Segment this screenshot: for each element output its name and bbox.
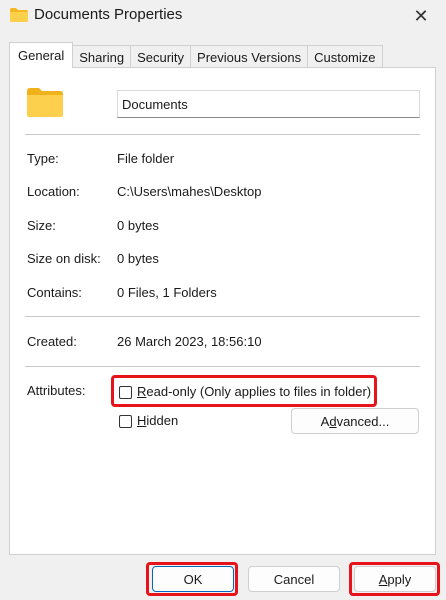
- folder-name-input[interactable]: [117, 90, 420, 118]
- location-value: C:\Users\mahes\Desktop: [117, 184, 262, 199]
- readonly-accel: R: [137, 384, 147, 399]
- contains-value: 0 Files, 1 Folders: [117, 285, 217, 300]
- readonly-checkbox[interactable]: [119, 386, 132, 399]
- tab-security[interactable]: Security: [131, 45, 192, 68]
- type-value: File folder: [117, 151, 175, 166]
- hidden-text: idden: [146, 413, 179, 428]
- created-label: Created:: [27, 334, 77, 349]
- hidden-label[interactable]: Hidden: [137, 413, 178, 428]
- tab-strip: General Sharing Security Previous Versio…: [9, 42, 383, 68]
- tab-customize[interactable]: Customize: [308, 45, 383, 68]
- ok-button[interactable]: OK: [152, 566, 234, 592]
- close-icon: ✕: [413, 5, 429, 26]
- advanced-button[interactable]: Ad vanced...: [291, 408, 419, 434]
- title-bar: Documents Properties ✕: [0, 0, 446, 32]
- size-value: 0 bytes: [117, 218, 159, 233]
- divider: [25, 134, 420, 135]
- size-on-disk-label: Size on disk:: [27, 251, 101, 266]
- size-label: Size:: [27, 218, 56, 233]
- folder-icon: [27, 88, 63, 117]
- tab-general[interactable]: General: [9, 42, 74, 68]
- window-title: Documents Properties: [34, 6, 183, 23]
- readonly-text: ead-only (Only applies to files in folde…: [146, 384, 372, 399]
- tab-sharing[interactable]: Sharing: [73, 45, 132, 68]
- divider: [25, 316, 420, 317]
- location-label: Location:: [27, 184, 80, 199]
- tab-previous-versions[interactable]: Previous Versions: [191, 45, 309, 68]
- size-on-disk-value: 0 bytes: [117, 251, 159, 266]
- divider: [25, 366, 420, 367]
- attributes-label: Attributes:: [27, 383, 86, 398]
- hidden-checkbox[interactable]: [119, 415, 132, 428]
- contains-label: Contains:: [27, 285, 82, 300]
- hidden-accel: H: [137, 413, 147, 428]
- general-panel: [9, 67, 436, 555]
- cancel-button[interactable]: Cancel: [248, 566, 340, 592]
- created-value: 26 March 2023, 18:56:10: [117, 334, 262, 349]
- type-label: Type:: [27, 151, 59, 166]
- apply-button[interactable]: Apply: [354, 566, 436, 592]
- close-button[interactable]: ✕: [406, 2, 436, 30]
- folder-icon: [10, 8, 28, 22]
- readonly-label[interactable]: Read-only (Only applies to files in fold…: [137, 384, 371, 399]
